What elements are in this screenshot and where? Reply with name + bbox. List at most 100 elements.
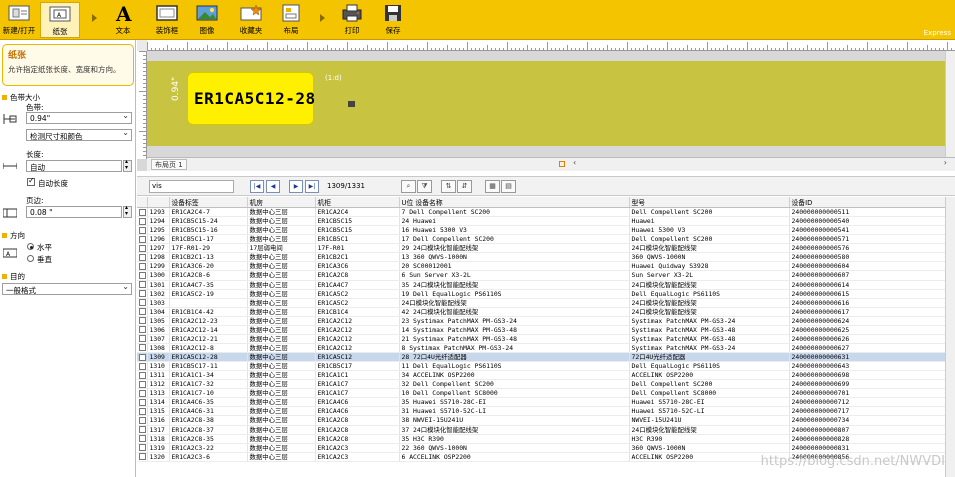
row-checkbox[interactable] xyxy=(137,425,148,435)
column-header[interactable]: 设备ID xyxy=(789,197,945,208)
table-row[interactable]: 1302 ER1CA5C2-19 数据中心三层 ER1CA5C2 19 Dell Equ… xyxy=(137,289,945,299)
table-row[interactable]: 1318 ER1CA2C8-35 数据中心三层 ER1CA2C8 35 H3C R390… xyxy=(137,434,945,444)
row-checkbox[interactable] xyxy=(137,252,148,263)
record-view-icon[interactable]: ▤ xyxy=(501,180,516,193)
table-view-icon[interactable]: ▦ xyxy=(485,180,500,193)
row-checkbox[interactable] xyxy=(137,352,148,363)
tape-width-select[interactable]: 0.94" xyxy=(26,112,132,124)
row-checkbox[interactable] xyxy=(137,280,148,290)
last-record-icon[interactable]: ▶| xyxy=(305,180,319,193)
table-row[interactable]: 1303 数据中心三层 ER1CA5C2 24口模块化智能配线架 24口模块化智能配线架… xyxy=(137,298,945,308)
table-row[interactable]: 1317 ER1CA2C8-37 数据中心三层 ER1CA2C8 37 24口模块化智能… xyxy=(137,425,945,435)
length-spinner[interactable] xyxy=(123,158,132,172)
margin-spinner[interactable] xyxy=(123,204,132,218)
vertical-radio[interactable] xyxy=(27,255,34,262)
table-row[interactable]: 1304 ER1CB1C4-42 数据中心三层 ER1CB1C4 42 24口模块化智能… xyxy=(137,307,945,317)
table-row[interactable]: 1298 ER1CB2C1-13 数据中心三层 ER1CB2C1 13 360 QWVS… xyxy=(137,252,945,263)
table-row[interactable]: 1315 ER1CA4C6-31 数据中心三层 ER1CA4C6 31 Huawei S… xyxy=(137,406,945,417)
row-checkbox[interactable] xyxy=(137,207,148,218)
row-checkbox[interactable] xyxy=(137,361,148,372)
scroll-right-icon[interactable]: › xyxy=(944,158,947,167)
table-row[interactable]: 1311 ER1CA1C1-34 数据中心三层 ER1CA1C1 34 ACCELINK… xyxy=(137,370,945,381)
table-row[interactable]: 1299 ER1CA3C6-20 数据中心三层 ER1CA3C6 20 SC000120… xyxy=(137,261,945,272)
table-row[interactable]: 1308 ER1CA2C12-8 数据中心三层 ER1CA2C12 8 Systimax… xyxy=(137,343,945,354)
editor-horizontal-scroll-thumb[interactable] xyxy=(559,161,565,167)
editor-vertical-scrollbar[interactable] xyxy=(945,51,955,159)
row-checkbox[interactable] xyxy=(137,216,148,227)
horizontal-radio[interactable] xyxy=(27,243,34,250)
row-checkbox[interactable] xyxy=(137,243,148,254)
table-row[interactable]: 1293 ER1CA2C4-7 数据中心三层 ER1CA2C4 7 Dell Compe… xyxy=(137,207,945,218)
table-row[interactable]: 1307 ER1CA2C12-21 数据中心三层 ER1CA2C12 21 Systim… xyxy=(137,334,945,344)
table-row[interactable]: 1297 17F-R01-29 17层弱电间 17F-R01 29 24口模块化智能配线… xyxy=(137,243,945,254)
column-header[interactable]: 机房 xyxy=(247,197,316,208)
table-row[interactable]: 1314 ER1CA4C6-35 数据中心三层 ER1CA4C6 35 Huawei S… xyxy=(137,397,945,408)
detect-size-select[interactable]: 检测尺寸和颜色 xyxy=(26,129,132,141)
row-checkbox[interactable] xyxy=(137,316,148,326)
row-checkbox[interactable] xyxy=(137,225,148,236)
row-checkbox[interactable] xyxy=(137,261,148,272)
sort-desc-icon[interactable]: ⇵ xyxy=(457,180,472,193)
database-search-input[interactable]: vis xyxy=(149,180,234,193)
row-checkbox[interactable] xyxy=(137,270,148,281)
row-checkbox[interactable] xyxy=(137,370,148,381)
column-header[interactable]: 型号 xyxy=(629,197,790,208)
row-checkbox[interactable] xyxy=(137,343,148,354)
row-checkbox[interactable] xyxy=(137,289,148,299)
purpose-select[interactable]: 一般格式 xyxy=(2,283,132,295)
column-header[interactable]: 设备标签 xyxy=(169,197,248,208)
table-row[interactable]: 1306 ER1CA2C12-14 数据中心三层 ER1CA2C12 14 Systim… xyxy=(137,325,945,335)
filter-icon[interactable]: ⧩ xyxy=(417,180,432,193)
label-text-object[interactable]: ER1CA5C12-28 xyxy=(187,72,355,125)
row-checkbox[interactable] xyxy=(137,415,148,426)
row-checkbox[interactable] xyxy=(137,325,148,335)
ribbon-expand-arrow-2[interactable] xyxy=(320,14,325,22)
print-button[interactable]: 打印 xyxy=(334,2,370,38)
row-checkbox[interactable] xyxy=(137,234,148,245)
tape-canvas[interactable]: 0.94" ER1CA5C12-28 (1:d) xyxy=(147,61,945,146)
image-button[interactable]: 图像 xyxy=(190,2,224,38)
sort-asc-icon[interactable]: ⇅ xyxy=(441,180,456,193)
next-record-icon[interactable]: ▶ xyxy=(289,180,303,193)
text-button[interactable]: A 文本 xyxy=(106,2,140,38)
row-checkbox[interactable] xyxy=(137,307,148,317)
first-record-icon[interactable]: |◀ xyxy=(250,180,264,193)
new-open-button[interactable]: 新建/打开 xyxy=(0,2,38,38)
row-checkbox[interactable] xyxy=(137,298,148,308)
length-input[interactable]: 自动 xyxy=(26,160,122,172)
row-checkbox[interactable] xyxy=(137,397,148,408)
row-checkbox[interactable] xyxy=(137,379,148,390)
table-row[interactable]: 1295 ER1CB5C15-16 数据中心三层 ER1CB5C15 16 Huawei… xyxy=(137,225,945,236)
margin-input[interactable]: 0.08 " xyxy=(26,206,122,218)
table-row[interactable]: 1313 ER1CA1C7-10 数据中心三层 ER1CA1C7 10 Dell Com… xyxy=(137,388,945,399)
table-row[interactable]: 1319 ER1CA2C3-22 数据中心三层 ER1CA2C3 22 360 QWVS… xyxy=(137,443,945,453)
table-row[interactable]: 1300 ER1CA2C8-6 数据中心三层 ER1CA2C8 6 Sun Server… xyxy=(137,270,945,281)
row-checkbox[interactable] xyxy=(137,406,148,417)
prev-record-icon[interactable]: ◀ xyxy=(266,180,280,193)
layout-sheet-tab[interactable]: 布局页 1 xyxy=(151,159,187,170)
row-checkbox[interactable] xyxy=(137,443,148,453)
table-row[interactable]: 1294 ER1CB5C15-24 数据中心三层 ER1CB5C15 24 Huawei… xyxy=(137,216,945,227)
search-icon[interactable]: ⌕ xyxy=(401,180,416,193)
table-row[interactable]: 1296 ER1CB5C1-17 数据中心三层 ER1CB5C1 17 Dell Com… xyxy=(137,234,945,245)
grid-vertical-scrollbar[interactable] xyxy=(945,197,955,477)
column-header[interactable]: U位 设备名称 xyxy=(399,197,630,208)
table-row[interactable]: 1310 ER1CB5C17-11 数据中心三层 ER1CB5C17 11 Dell E… xyxy=(137,361,945,372)
ribbon-expand-arrow[interactable] xyxy=(92,14,97,22)
layout-button[interactable]: 布局 xyxy=(276,2,306,38)
row-checkbox[interactable] xyxy=(137,452,148,462)
resize-handle[interactable] xyxy=(348,101,355,107)
table-row[interactable]: 1316 ER1CA2C8-38 数据中心三层 ER1CA2C8 38 NWVEI-15… xyxy=(137,415,945,426)
frame-button[interactable]: 装饰框 xyxy=(148,2,186,38)
table-row[interactable]: 1309 ER1CA5C12-28 数据中心三层 ER1CA5C12 28 72口4U光… xyxy=(137,352,945,363)
scroll-left-icon[interactable]: ‹ xyxy=(573,158,576,167)
column-header[interactable]: 机柜 xyxy=(315,197,400,208)
favorites-button[interactable]: 收藏夹 xyxy=(232,2,270,38)
table-row[interactable]: 1301 ER1CA4C7-35 数据中心三层 ER1CA4C7 35 24口模块化智能… xyxy=(137,280,945,290)
row-checkbox[interactable] xyxy=(137,388,148,399)
table-row[interactable]: 1312 ER1CA1C7-32 数据中心三层 ER1CA1C7 32 Dell Com… xyxy=(137,379,945,390)
paper-button[interactable]: A 纸张 xyxy=(40,2,80,38)
save-button[interactable]: 保存 xyxy=(376,2,410,38)
table-row[interactable]: 1305 ER1CA2C12-23 数据中心三层 ER1CA2C12 23 Systim… xyxy=(137,316,945,326)
row-checkbox[interactable] xyxy=(137,434,148,444)
